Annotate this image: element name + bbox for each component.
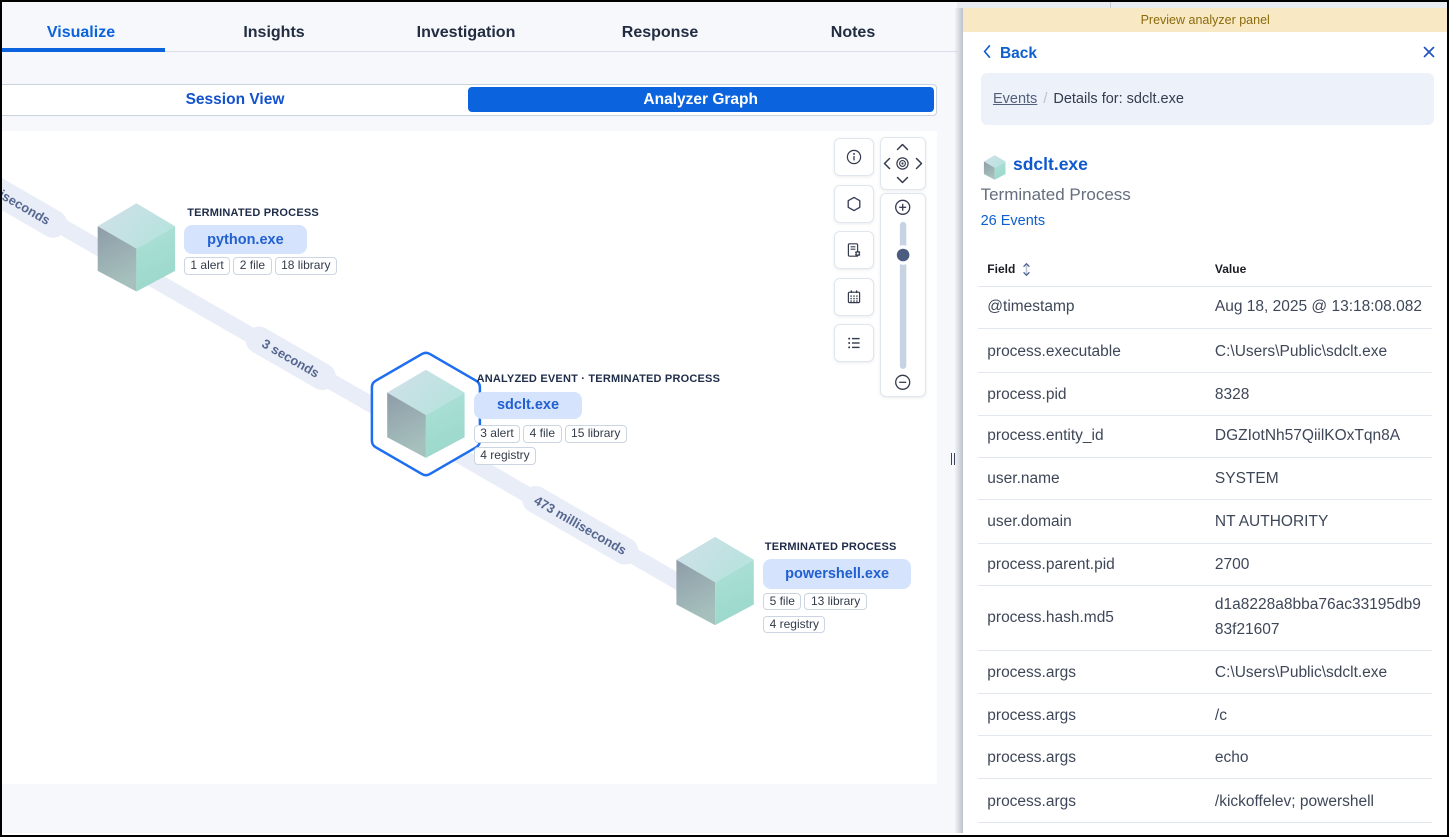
svg-text:473 milliseconds: 473 milliseconds	[531, 493, 629, 558]
